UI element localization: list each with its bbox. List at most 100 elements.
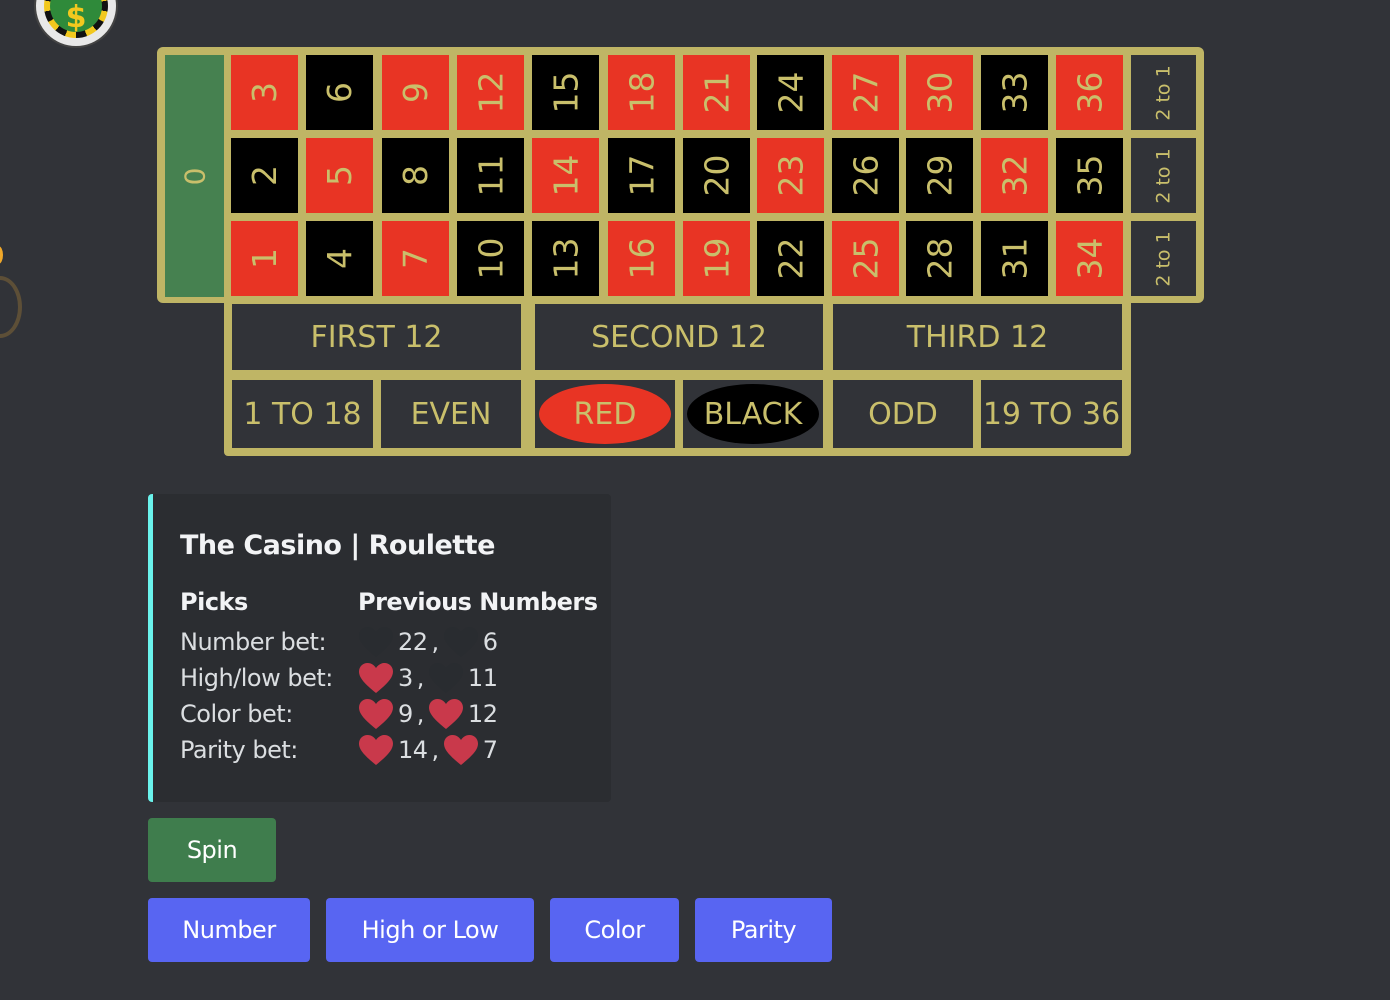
- previous-number-value: 12: [467, 700, 498, 728]
- number-cell[interactable]: 10: [457, 221, 524, 296]
- number-label: 19: [697, 237, 736, 280]
- number-label: 26: [846, 154, 885, 197]
- number-cell[interactable]: 5: [306, 138, 373, 213]
- number-cell[interactable]: 24: [757, 55, 824, 130]
- number-cell[interactable]: 12: [457, 55, 524, 130]
- odd-bet-label: ODD: [868, 396, 938, 432]
- number-cell[interactable]: 7: [382, 221, 449, 296]
- number-label: 22: [771, 237, 810, 280]
- number-cell[interactable]: 9: [382, 55, 449, 130]
- number-cell[interactable]: 21: [683, 55, 750, 130]
- number-cell[interactable]: 4: [306, 221, 373, 296]
- number-cell[interactable]: 16: [608, 221, 675, 296]
- number-cell[interactable]: 13: [532, 221, 599, 296]
- red-heart-icon: [358, 698, 394, 730]
- number-cell[interactable]: 33: [981, 55, 1048, 130]
- black-bet-label: BLACK: [703, 396, 803, 432]
- previous-number-value: 6: [482, 628, 498, 656]
- number-label: 30: [920, 71, 959, 114]
- odd-bet[interactable]: ODD: [833, 380, 973, 448]
- zero-label: 0: [177, 167, 211, 185]
- separator: ,: [416, 700, 425, 728]
- even-bet-label: EVEN: [410, 396, 492, 432]
- black-bet[interactable]: BLACK: [683, 380, 823, 448]
- previous-number-value: 14: [398, 736, 428, 764]
- column-bet-label: 2 to 1: [1152, 230, 1175, 287]
- column-bet-2-to-1[interactable]: 2 to 1: [1131, 55, 1196, 130]
- number-cell[interactable]: 26: [832, 138, 899, 213]
- first-dozen-bet[interactable]: FIRST 12: [232, 304, 521, 370]
- color-bet-button[interactable]: Color: [550, 898, 679, 962]
- number-cell[interactable]: 15: [532, 55, 599, 130]
- number-label: 14: [546, 154, 585, 197]
- pick-color-bet: Color bet:: [180, 700, 293, 728]
- number-label: 31: [995, 237, 1034, 280]
- number-cell[interactable]: 23: [757, 138, 824, 213]
- previous-number-value: 7: [482, 736, 498, 764]
- zero-cell[interactable]: 0: [165, 55, 224, 297]
- number-cell[interactable]: 11: [457, 138, 524, 213]
- number-cell[interactable]: 34: [1056, 221, 1123, 296]
- number-label: 2: [245, 165, 284, 186]
- number-label: 3: [245, 82, 284, 103]
- number-cell[interactable]: 22: [757, 221, 824, 296]
- pick-number-bet: Number bet:: [180, 628, 327, 656]
- number-cell[interactable]: 14: [532, 138, 599, 213]
- number-cell[interactable]: 2: [231, 138, 298, 213]
- number-cell[interactable]: 32: [981, 138, 1048, 213]
- second-dozen-label: SECOND 12: [591, 319, 767, 355]
- previous-numbers-header: Previous Numbers: [358, 588, 598, 616]
- black-oval: BLACK: [687, 384, 819, 444]
- number-label: 12: [471, 71, 510, 114]
- number-cell[interactable]: 17: [608, 138, 675, 213]
- number-cell[interactable]: 1: [231, 221, 298, 296]
- number-label: 33: [995, 71, 1034, 114]
- number-label: 25: [846, 237, 885, 280]
- high-bet[interactable]: 19 TO 36: [981, 380, 1122, 448]
- number-cell[interactable]: 27: [832, 55, 899, 130]
- number-label: 34: [1070, 237, 1109, 280]
- number-cell[interactable]: 6: [306, 55, 373, 130]
- second-dozen-bet[interactable]: SECOND 12: [535, 304, 823, 370]
- previous-number-value: 22: [398, 628, 428, 656]
- red-bet-label: RED: [573, 396, 637, 432]
- number-cell[interactable]: 19: [683, 221, 750, 296]
- column-bet-label: 2 to 1: [1152, 147, 1175, 204]
- number-label: 1: [245, 248, 284, 269]
- number-cell[interactable]: 8: [382, 138, 449, 213]
- red-oval: RED: [539, 384, 671, 444]
- coin-ring-icon: [0, 276, 22, 338]
- number-cell[interactable]: 35: [1056, 138, 1123, 213]
- black-heart-icon: [428, 662, 464, 694]
- number-cell[interactable]: 18: [608, 55, 675, 130]
- number-label: 18: [622, 71, 661, 114]
- parity-bet-button[interactable]: Parity: [695, 898, 832, 962]
- number-bet-button[interactable]: Number: [148, 898, 310, 962]
- number-cell[interactable]: 28: [906, 221, 973, 296]
- column-bet-2-to-1[interactable]: 2 to 1: [1131, 221, 1196, 296]
- separator: ,: [431, 736, 440, 764]
- number-cell[interactable]: 31: [981, 221, 1048, 296]
- number-cell[interactable]: 29: [906, 138, 973, 213]
- even-bet[interactable]: EVEN: [381, 380, 521, 448]
- number-cell[interactable]: 3: [231, 55, 298, 130]
- number-cell[interactable]: 36: [1056, 55, 1123, 130]
- number-cell[interactable]: 25: [832, 221, 899, 296]
- number-cell[interactable]: 20: [683, 138, 750, 213]
- red-heart-icon: [358, 734, 394, 766]
- column-bet-2-to-1[interactable]: 2 to 1: [1131, 138, 1196, 213]
- low-bet[interactable]: 1 TO 18: [232, 380, 373, 448]
- spin-button[interactable]: Spin: [148, 818, 276, 882]
- red-heart-icon: [358, 662, 394, 694]
- number-label: 11: [471, 154, 510, 197]
- previous-number-value: 3: [398, 664, 413, 692]
- number-label: 20: [697, 154, 736, 197]
- high-or-low-bet-button[interactable]: High or Low: [326, 898, 534, 962]
- number-cell[interactable]: 30: [906, 55, 973, 130]
- third-dozen-bet[interactable]: THIRD 12: [833, 304, 1122, 370]
- low-bet-label: 1 TO 18: [243, 396, 362, 432]
- red-bet[interactable]: RED: [535, 380, 675, 448]
- number-label: 17: [622, 154, 661, 197]
- number-label: 16: [622, 237, 661, 280]
- third-dozen-label: THIRD 12: [906, 319, 1049, 355]
